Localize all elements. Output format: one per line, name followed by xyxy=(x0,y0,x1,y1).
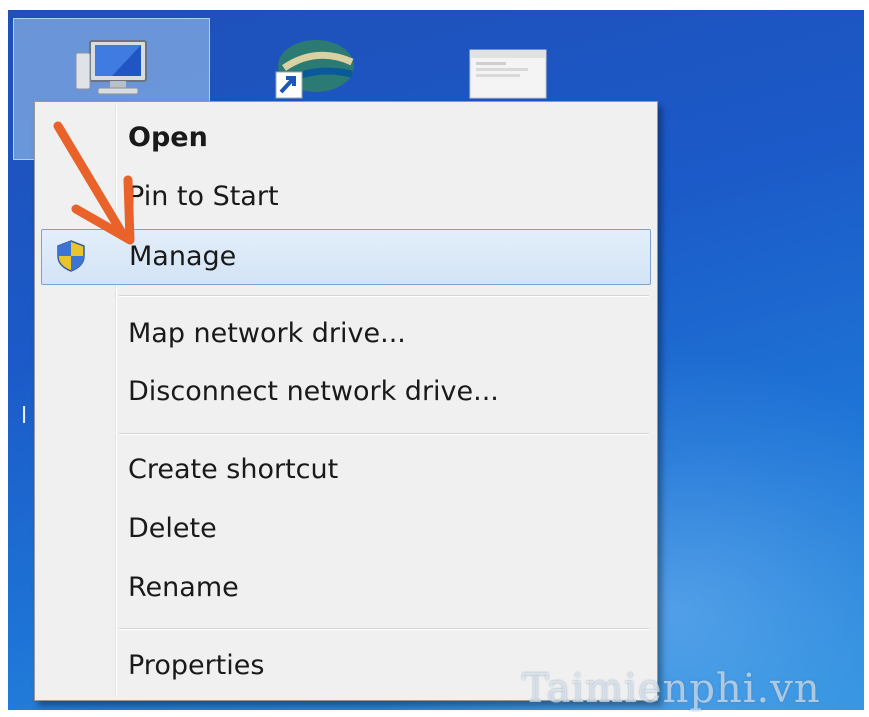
menu-item-delete[interactable]: Delete xyxy=(38,503,650,555)
menu-item-label: Properties xyxy=(128,650,265,681)
menu-item-map-network-drive[interactable]: Map network drive... xyxy=(38,308,650,360)
menu-item-label: Manage xyxy=(129,241,237,272)
menu-item-label: Delete xyxy=(128,513,217,544)
menu-item-label: Create shortcut xyxy=(128,454,339,485)
menu-item-create-shortcut[interactable]: Create shortcut xyxy=(38,444,650,496)
menu-item-label: Rename xyxy=(128,572,239,603)
computer-icon xyxy=(75,40,147,95)
menu-item-label: Open xyxy=(128,122,208,153)
menu-item-label: Map network drive... xyxy=(128,318,406,349)
desktop-icon-label-fragment: l xyxy=(21,404,28,429)
menu-separator xyxy=(119,433,649,435)
watermark: Taimienphi.vn xyxy=(522,666,821,712)
context-menu: Open Pin to Start Manage Map network dri… xyxy=(34,101,658,701)
menu-item-label: Pin to Start xyxy=(128,181,279,212)
network-shortcut-icon[interactable] xyxy=(266,40,356,102)
menu-item-disconnect-network-drive[interactable]: Disconnect network drive... xyxy=(38,366,650,418)
menu-separator xyxy=(119,295,649,297)
menu-item-pin-to-start[interactable]: Pin to Start xyxy=(38,171,650,223)
menu-item-manage[interactable]: Manage xyxy=(41,229,651,285)
menu-separator xyxy=(119,628,649,630)
menu-item-open[interactable]: Open xyxy=(38,112,650,164)
window-thumbnail-icon[interactable] xyxy=(468,48,548,100)
menu-item-rename[interactable]: Rename xyxy=(38,562,650,614)
uac-shield-icon xyxy=(57,240,85,272)
menu-item-label: Disconnect network drive... xyxy=(128,376,499,407)
